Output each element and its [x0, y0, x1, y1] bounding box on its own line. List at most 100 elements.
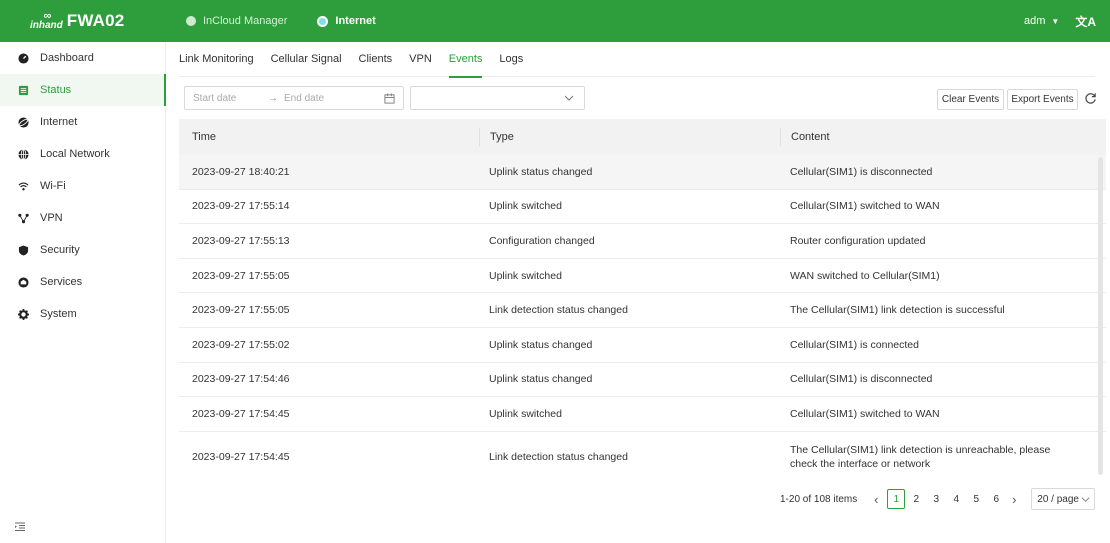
sidebar-item-vpn[interactable]: VPN: [0, 202, 165, 234]
table-header: Time Type Content: [179, 119, 1106, 155]
top-tab-incloud-manager[interactable]: InCloud Manager: [176, 9, 297, 33]
cell-type: Link detection status changed: [489, 451, 628, 464]
tab-vpn[interactable]: VPN: [409, 42, 432, 77]
start-date-input[interactable]: Start date: [193, 93, 268, 104]
export-events-button[interactable]: Export Events: [1007, 89, 1078, 110]
sidebar-item-system[interactable]: System: [0, 298, 165, 330]
sidebar-item-label: System: [40, 308, 77, 320]
translate-icon[interactable]: 文A: [1075, 13, 1096, 30]
chevron-down-icon: [564, 93, 574, 103]
cell-content: Cellular(SIM1) switched to WAN: [790, 407, 940, 420]
table-row[interactable]: 2023-09-27 17:54:46 Uplink status change…: [179, 363, 1106, 398]
table-row[interactable]: 2023-09-27 17:55:13 Configuration change…: [179, 224, 1106, 259]
cell-type: Link detection status changed: [489, 304, 628, 317]
table-scrollbar[interactable]: [1098, 157, 1103, 475]
page-size-value: 20 / page: [1037, 493, 1079, 505]
sidebar-item-local-network[interactable]: Local Network: [0, 138, 165, 170]
cell-type: Uplink switched: [489, 200, 562, 213]
status-subtabs: Link Monitoring Cellular Signal Clients …: [179, 42, 1095, 78]
cell-type: Uplink switched: [489, 407, 562, 420]
gear-icon: [17, 308, 29, 320]
sidebar-item-internet[interactable]: Internet: [0, 106, 165, 138]
cell-time: 2023-09-27 17:54:45: [192, 407, 290, 420]
page-6[interactable]: 6: [987, 489, 1005, 509]
page-4[interactable]: 4: [947, 489, 965, 509]
table-row[interactable]: 2023-09-27 17:55:02 Uplink status change…: [179, 328, 1106, 363]
top-bar: ∞ inhand FWA02 InCloud Manager Internet a…: [0, 0, 1110, 42]
date-range-picker[interactable]: Start date → End date: [184, 86, 404, 110]
tab-clients[interactable]: Clients: [359, 42, 393, 77]
cell-time: 2023-09-27 18:40:21: [192, 165, 290, 178]
sidebar-item-label: Local Network: [40, 148, 110, 160]
tab-link-monitoring[interactable]: Link Monitoring: [179, 42, 254, 77]
cell-time: 2023-09-27 17:55:05: [192, 304, 290, 317]
shield-icon: [17, 244, 29, 256]
user-menu[interactable]: adm ▼: [1024, 15, 1059, 27]
product-name: FWA02: [66, 11, 125, 30]
cell-type: Uplink status changed: [489, 373, 593, 386]
dashboard-icon: [17, 52, 29, 64]
sidebar-item-label: VPN: [40, 212, 63, 224]
cell-content: The Cellular(SIM1) link detection is suc…: [790, 304, 1005, 317]
cell-content: Cellular(SIM1) switched to WAN: [790, 200, 940, 213]
pagination: 1-20 of 108 items ‹ 1 2 3 4 5 6 › 20 / p…: [780, 488, 1095, 510]
table-row[interactable]: 2023-09-27 17:55:05 Uplink switched WAN …: [179, 259, 1106, 294]
refresh-icon[interactable]: [1084, 92, 1097, 105]
services-icon: [17, 276, 29, 288]
page-3[interactable]: 3: [927, 489, 945, 509]
table-row[interactable]: 2023-09-27 17:55:05 Link detection statu…: [179, 293, 1106, 328]
pagination-summary: 1-20 of 108 items: [780, 493, 858, 505]
tab-cellular-signal[interactable]: Cellular Signal: [271, 42, 342, 77]
collapse-sidebar-icon[interactable]: [14, 521, 26, 533]
cell-content: Cellular(SIM1) is connected: [790, 338, 919, 351]
cell-type: Configuration changed: [489, 234, 595, 247]
column-header-content: Content: [780, 128, 1080, 146]
cell-content: Cellular(SIM1) is disconnected: [790, 373, 933, 386]
sidebar-item-label: Wi-Fi: [40, 180, 66, 192]
page-5[interactable]: 5: [967, 489, 985, 509]
cell-content: Cellular(SIM1) is disconnected: [790, 165, 933, 178]
column-header-type: Type: [479, 128, 780, 146]
page-size-select[interactable]: 20 / page: [1031, 488, 1095, 510]
table-row[interactable]: 2023-09-27 18:40:21 Uplink status change…: [179, 155, 1106, 190]
cell-content: Router configuration updated: [790, 234, 926, 247]
calendar-icon: [384, 92, 395, 104]
table-row[interactable]: 2023-09-27 17:55:14 Uplink switched Cell…: [179, 190, 1106, 225]
chevron-left-icon[interactable]: ‹: [869, 492, 883, 507]
sidebar-item-label: Internet: [40, 116, 78, 128]
table-row[interactable]: 2023-09-27 17:54:45 Uplink switched Cell…: [179, 397, 1106, 432]
event-type-select[interactable]: [410, 86, 585, 110]
clear-events-button[interactable]: Clear Events: [937, 89, 1004, 110]
end-date-input[interactable]: End date: [284, 93, 384, 104]
cell-type: Uplink status changed: [489, 338, 593, 351]
top-tab-internet[interactable]: Internet: [307, 9, 385, 33]
sidebar-item-wifi[interactable]: Wi-Fi: [0, 170, 165, 202]
tab-logs[interactable]: Logs: [499, 42, 523, 77]
cell-time: 2023-09-27 17:54:45: [192, 451, 290, 464]
top-tab-label: InCloud Manager: [203, 15, 288, 27]
brand[interactable]: ∞ inhand FWA02: [0, 0, 166, 42]
sidebar-item-label: Services: [40, 276, 83, 288]
page-2[interactable]: 2: [907, 489, 925, 509]
sidebar: Dashboard Status Internet Local Network …: [0, 42, 166, 543]
cell-type: Uplink status changed: [489, 165, 593, 178]
cell-content: WAN switched to Cellular(SIM1): [790, 269, 940, 282]
sidebar-item-dashboard[interactable]: Dashboard: [0, 42, 165, 74]
globe-icon: [17, 148, 29, 160]
top-tab-label: Internet: [335, 15, 376, 27]
sidebar-item-services[interactable]: Services: [0, 266, 165, 298]
cell-time: 2023-09-27 17:55:05: [192, 269, 290, 282]
table-row[interactable]: 2023-09-27 17:54:45 Link detection statu…: [179, 432, 1106, 481]
cell-time: 2023-09-27 17:55:02: [192, 338, 290, 351]
status-icon: [17, 84, 29, 96]
sidebar-item-status[interactable]: Status: [0, 74, 166, 106]
inhand-logo: ∞ inhand: [30, 10, 63, 31]
sidebar-item-security[interactable]: Security: [0, 234, 165, 266]
events-toolbar: Start date → End date Clear Events Expor…: [184, 86, 1110, 110]
chevron-right-icon[interactable]: ›: [1007, 492, 1021, 507]
arrow-right-icon: →: [268, 92, 278, 104]
page-1[interactable]: 1: [887, 489, 906, 509]
cell-time: 2023-09-27 17:54:46: [192, 373, 290, 386]
sidebar-item-label: Dashboard: [40, 52, 94, 64]
tab-events[interactable]: Events: [448, 42, 482, 78]
